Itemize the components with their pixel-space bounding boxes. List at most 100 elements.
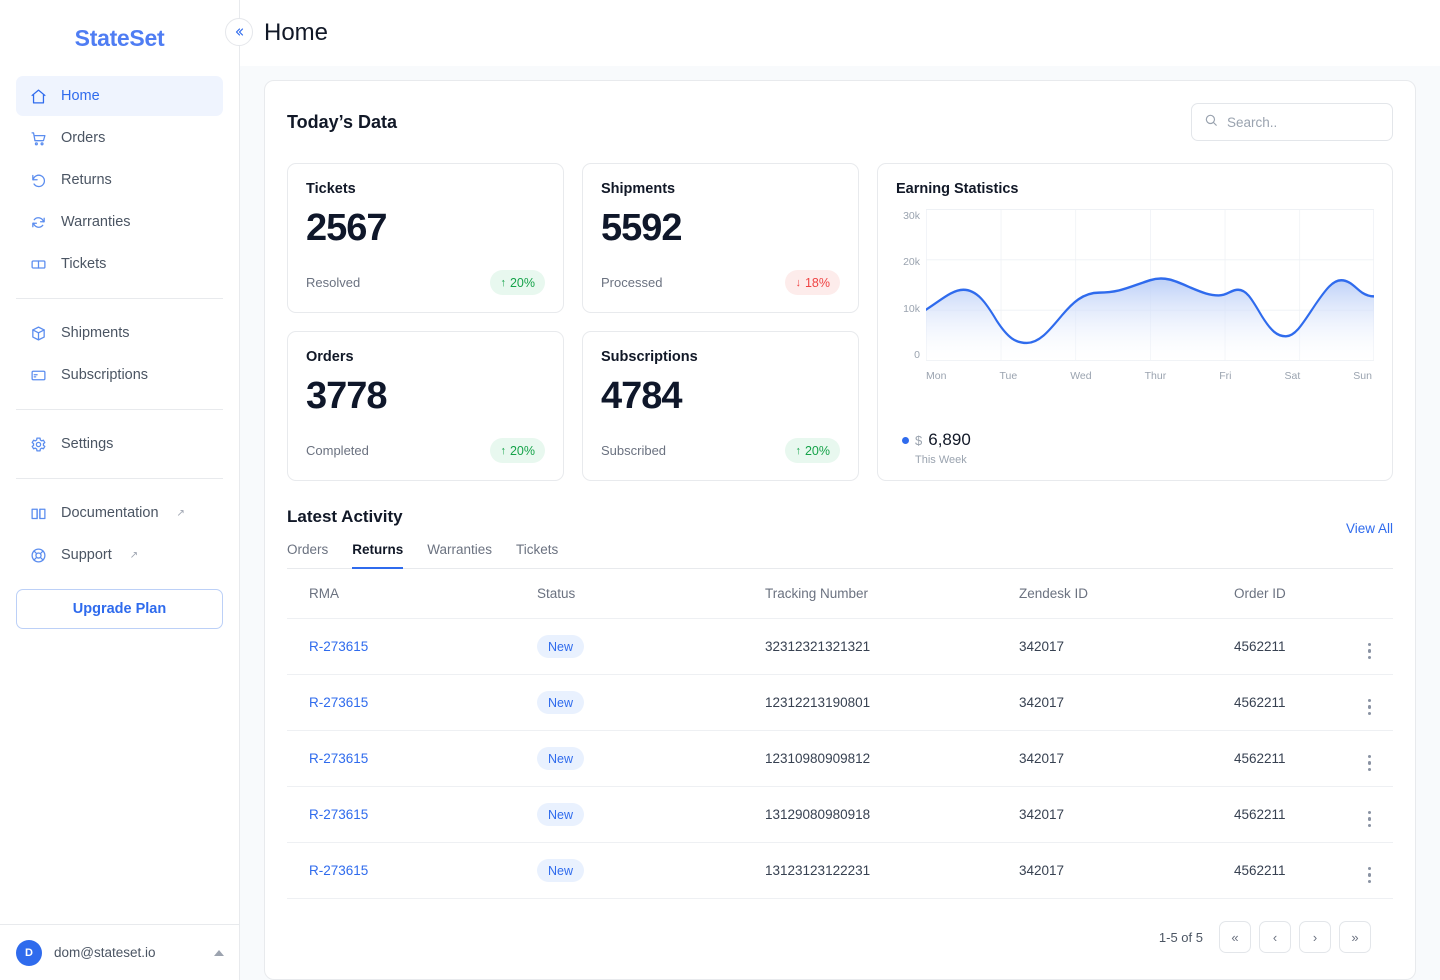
- x-tick: Fri: [1219, 370, 1232, 382]
- rma-link[interactable]: R-273615: [309, 863, 368, 878]
- stats-row: Tickets 2567 Resolved ↑ 20% Orders 3778 …: [287, 163, 1393, 481]
- sidebar-item-shipments[interactable]: Shipments: [16, 313, 223, 353]
- page-title: Home: [264, 19, 329, 46]
- sidebar-item-subscriptions[interactable]: Subscriptions: [16, 355, 223, 395]
- brand-name: StateSet: [74, 24, 165, 51]
- sidebar-item-warranties[interactable]: Warranties: [16, 202, 223, 242]
- kebab-menu-icon[interactable]: [1367, 810, 1371, 827]
- cell-rma: R-273615: [287, 786, 537, 843]
- stat-footer: Resolved ↑ 20%: [306, 270, 545, 295]
- table-row[interactable]: R-273615 New 13129080980918 342017 45622…: [287, 786, 1393, 843]
- sidebar-divider: [16, 298, 223, 299]
- kebab-menu-icon[interactable]: [1367, 754, 1371, 771]
- search-box[interactable]: [1191, 103, 1393, 141]
- cell-tracking: 32312321321321: [765, 618, 1019, 675]
- sidebar-item-label: Documentation: [61, 505, 159, 521]
- status-badge: New: [537, 803, 585, 826]
- search-input[interactable]: [1227, 114, 1380, 130]
- cell-actions: [1333, 674, 1393, 731]
- kebab-menu-icon[interactable]: [1367, 866, 1371, 883]
- trend-value: 20%: [509, 443, 535, 458]
- first-page-button[interactable]: «: [1219, 921, 1251, 953]
- chart-legend: $ 6,890 This Week: [896, 430, 1374, 466]
- tab-warranties[interactable]: Warranties: [427, 542, 492, 569]
- status-badge: ↓ 18%: [785, 270, 840, 295]
- tab-orders[interactable]: Orders: [287, 542, 328, 569]
- activity-table-panel: RMA Status Tracking Number Zendesk ID Or…: [287, 569, 1393, 953]
- top-bar: Home: [225, 0, 1440, 66]
- cell-actions: [1333, 842, 1393, 899]
- sidebar-item-home[interactable]: Home: [16, 76, 223, 116]
- sidebar-divider: [16, 409, 223, 410]
- chevron-up-icon[interactable]: [214, 949, 224, 956]
- sidebar-item-tickets[interactable]: Tickets: [16, 244, 223, 284]
- cart-icon: [30, 130, 47, 147]
- cell-tracking: 12312213190801: [765, 674, 1019, 731]
- sidebar-item-orders[interactable]: Orders: [16, 118, 223, 158]
- x-tick: Wed: [1070, 370, 1092, 382]
- upgrade-plan-button[interactable]: Upgrade Plan: [16, 589, 223, 629]
- kebab-menu-icon[interactable]: [1367, 642, 1371, 659]
- x-tick: Mon: [926, 370, 947, 382]
- table-row[interactable]: R-273615 New 12310980909812 342017 45622…: [287, 730, 1393, 787]
- previous-page-button[interactable]: ‹: [1259, 921, 1291, 953]
- status-badge: New: [537, 635, 585, 658]
- stat-card-tickets[interactable]: Tickets 2567 Resolved ↑ 20%: [287, 163, 564, 313]
- arrow-up-icon: ↑: [500, 276, 506, 289]
- y-tick: 30k: [903, 210, 920, 222]
- dashboard-panel: Today’s Data Tickets 2567: [264, 80, 1416, 980]
- stat-label: Subscriptions: [601, 349, 698, 365]
- trend-value: 20%: [804, 443, 830, 458]
- arrow-up-icon: ↑: [795, 444, 801, 457]
- rma-link[interactable]: R-273615: [309, 751, 368, 766]
- rma-link[interactable]: R-273615: [309, 639, 368, 654]
- table-row[interactable]: R-273615 New 13123123122231 342017 45622…: [287, 842, 1393, 899]
- activity-header: Latest Activity Orders Returns Warrantie…: [287, 507, 1393, 569]
- cell-rma: R-273615: [287, 674, 537, 731]
- status-badge: ↑ 20%: [490, 270, 545, 295]
- pagination: 1-5 of 5 « ‹ › »: [287, 899, 1393, 953]
- table-header-row: RMA Status Tracking Number Zendesk ID Or…: [287, 569, 1393, 619]
- chart-title: Earning Statistics: [896, 181, 1019, 197]
- sidebar-item-label: Orders: [61, 130, 106, 146]
- last-page-button[interactable]: »: [1339, 921, 1371, 953]
- tab-tickets[interactable]: Tickets: [516, 542, 558, 569]
- stat-card-shipments[interactable]: Shipments 5592 Processed ↓ 18%: [582, 163, 859, 313]
- status-badge: ↑ 20%: [490, 438, 545, 463]
- stat-value: 2567: [306, 207, 388, 249]
- table-row[interactable]: R-273615 New 12312213190801 342017 45622…: [287, 674, 1393, 731]
- next-page-button[interactable]: ›: [1299, 921, 1331, 953]
- brand-logo[interactable]: StateSet: [0, 0, 239, 76]
- sidebar-collapse-button[interactable]: [225, 18, 253, 46]
- sidebar-item-support[interactable]: Support ↗: [16, 535, 223, 575]
- view-all-link[interactable]: View All: [1346, 507, 1393, 536]
- cell-actions: [1333, 618, 1393, 675]
- sidebar-item-label: Support: [61, 547, 112, 563]
- legend-period: This Week: [915, 454, 967, 466]
- currency-symbol: $: [915, 432, 923, 448]
- external-link-icon: ↗: [176, 507, 185, 519]
- card-icon: [30, 367, 47, 384]
- rma-link[interactable]: R-273615: [309, 807, 368, 822]
- user-account-menu[interactable]: D dom@stateset.io: [0, 924, 240, 980]
- status-badge: ↑ 20%: [785, 438, 840, 463]
- cell-order: 4562211: [1234, 842, 1333, 899]
- stat-footer: Completed ↑ 20%: [306, 438, 545, 463]
- cell-zendesk: 342017: [1019, 730, 1234, 787]
- sidebar-item-documentation[interactable]: Documentation ↗: [16, 493, 223, 533]
- stat-card-orders[interactable]: Orders 3778 Completed ↑ 20%: [287, 331, 564, 481]
- chart-body: 30k 20k 10k 0 Mon Tue Wed Thur Fri Sat S…: [896, 209, 1374, 416]
- stat-card-subscriptions[interactable]: Subscriptions 4784 Subscribed ↑ 20%: [582, 331, 859, 481]
- kebab-menu-icon[interactable]: [1367, 698, 1371, 715]
- tab-returns[interactable]: Returns: [352, 542, 404, 569]
- cell-zendesk: 342017: [1019, 842, 1234, 899]
- rma-link[interactable]: R-273615: [309, 695, 368, 710]
- stats-column-middle: Shipments 5592 Processed ↓ 18% Subscript…: [582, 163, 859, 481]
- sidebar-item-settings[interactable]: Settings: [16, 424, 223, 464]
- table-row[interactable]: R-273615 New 32312321321321 342017 45622…: [287, 618, 1393, 675]
- stat-label: Tickets: [306, 181, 356, 197]
- home-icon: [30, 88, 47, 105]
- sidebar-item-returns[interactable]: Returns: [16, 160, 223, 200]
- activity-tabs: Orders Returns Warranties Tickets: [287, 541, 558, 569]
- stat-footer: Processed ↓ 18%: [601, 270, 840, 295]
